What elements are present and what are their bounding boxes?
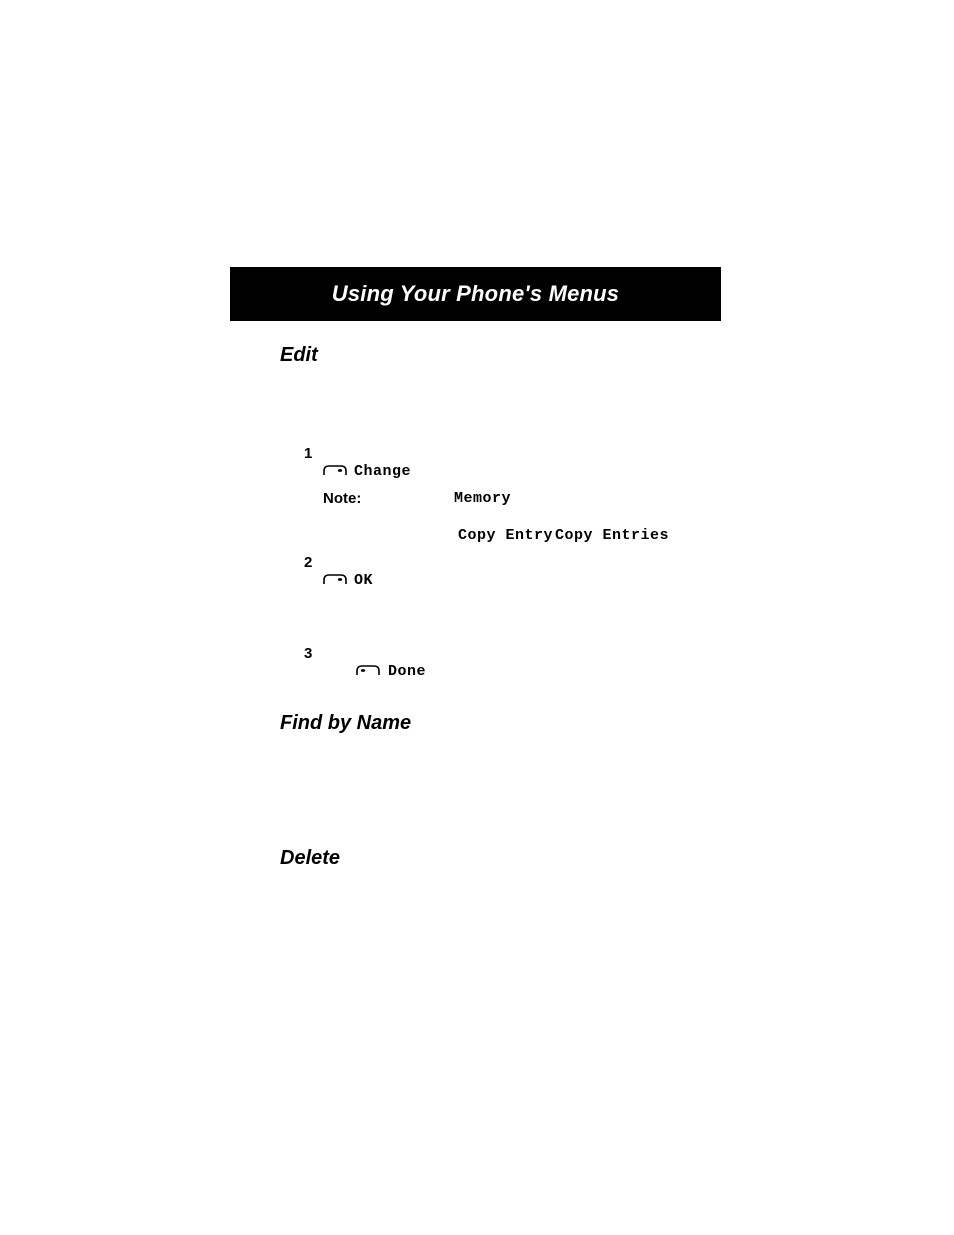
copy-entry-label: Copy Entry <box>458 527 553 544</box>
softkey-right-icon <box>323 465 347 477</box>
memory-label: Memory <box>454 490 511 507</box>
softkey-label-ok: OK <box>354 572 373 589</box>
note-label: Note: <box>323 490 361 507</box>
copy-entries-label: Copy Entries <box>555 527 669 544</box>
softkey-right-icon <box>323 574 347 586</box>
page: Using Your Phone's Menus Edit 1 Change N… <box>0 0 954 1235</box>
softkey-left-icon <box>356 665 380 677</box>
section-heading-delete: Delete <box>280 847 340 870</box>
softkey-label-change: Change <box>354 463 411 480</box>
chapter-title: Using Your Phone's Menus <box>332 281 620 307</box>
step-number-1: 1 <box>304 445 312 462</box>
section-heading-find: Find by Name <box>280 712 411 735</box>
chapter-banner: Using Your Phone's Menus <box>230 267 721 321</box>
softkey-label-done: Done <box>388 663 426 680</box>
step-number-3: 3 <box>304 645 312 662</box>
section-heading-edit: Edit <box>280 344 318 367</box>
step-number-2: 2 <box>304 554 312 571</box>
